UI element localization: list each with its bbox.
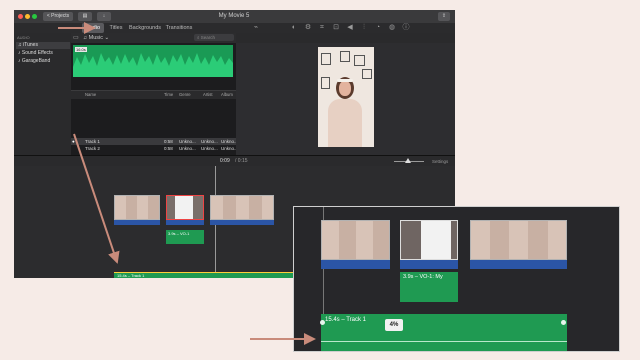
arrow-track-to-timeline	[73, 133, 120, 264]
annotation-arrows	[58, 22, 316, 345]
